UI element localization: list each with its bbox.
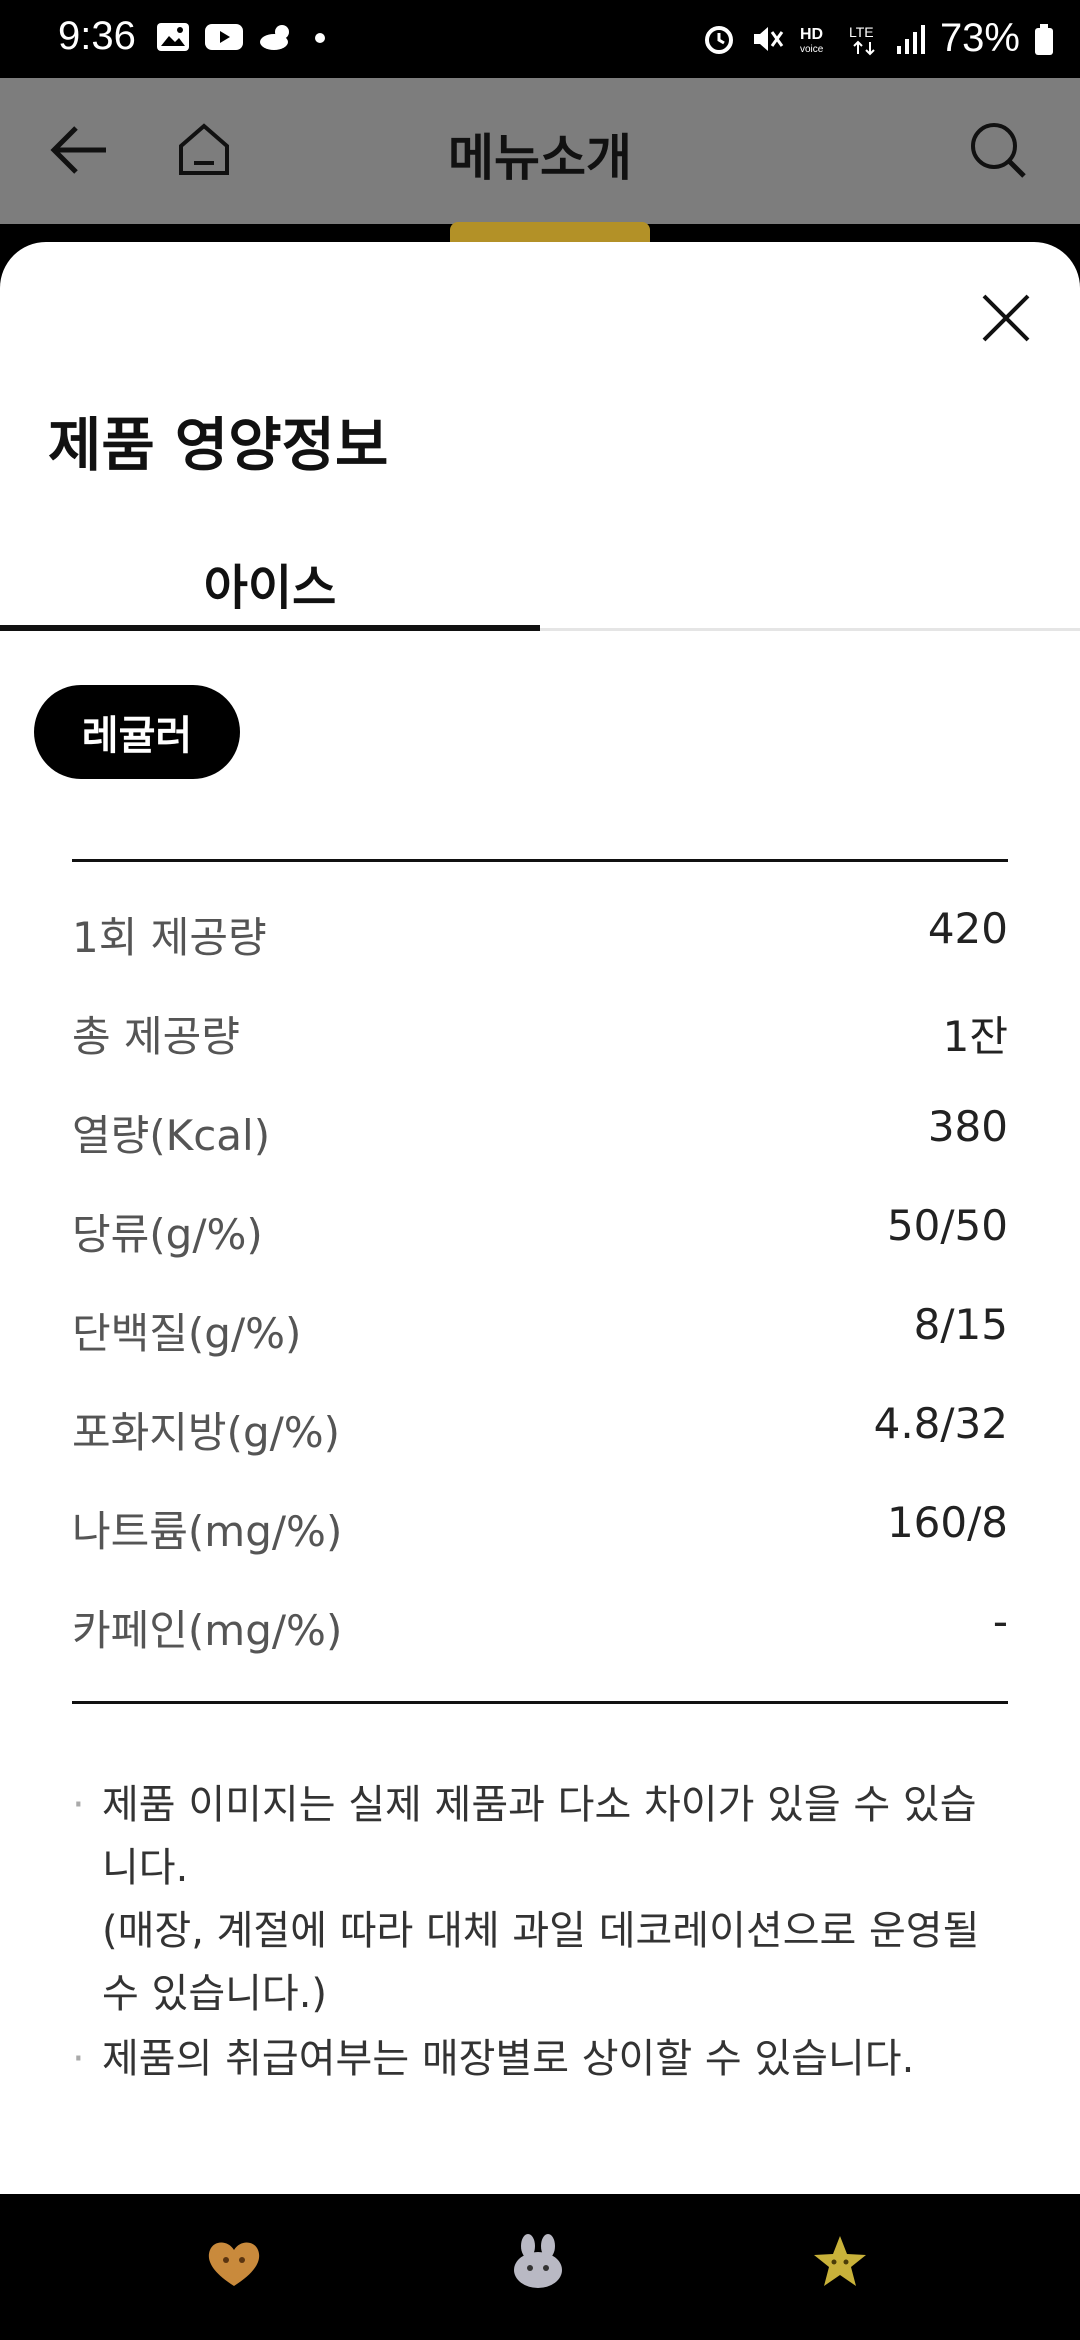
nutrition-value: - [992,1597,1008,1646]
disclaimer-notes: · 제품 이미지는 실제 제품과 다소 차이가 있을 수 있습니다. (매장, … [72,1774,1008,2093]
table-row: 총 제공량 1잔 [72,1003,1008,1102]
system-icons: HD voice LTE 73% [702,16,1054,61]
search-icon[interactable] [968,120,1028,180]
nutrition-label: 나트륨(mg/%) [72,1507,343,1556]
tab-ice[interactable]: 아이스 [0,532,540,628]
tab-ice-label: 아이스 [203,560,337,616]
nutrition-label: 총 제공량 [72,1012,240,1061]
nutrition-value: 420 [927,904,1008,953]
bottom-nav [0,2194,1080,2340]
notification-icons [156,22,330,52]
close-icon[interactable] [976,288,1036,348]
note-text: (매장, 계절에 따라 대체 과일 데코레이션으로 운영될 수 있습니다.) [102,1908,980,2017]
nutrition-value: 380 [927,1102,1008,1151]
nutrition-table: 1회 제공량 420 총 제공량 1잔 열량(Kcal) 380 당류(g/%)… [72,859,1008,1704]
table-row: 1회 제공량 420 [72,904,1008,1003]
status-time: 9:36 [58,14,136,58]
dot-icon [315,33,325,43]
tab-indicator [0,625,540,631]
lte-icon: LTE [849,24,875,55]
nutrition-label: 포화지방(g/%) [72,1408,341,1457]
note-item: · 제품 이미지는 실제 제품과 다소 차이가 있을 수 있습니다. (매장, … [72,1774,1008,2026]
note-text: 제품의 취급여부는 매장별로 상이할 수 있습니다. [102,2036,915,2082]
nutrition-value: 50/50 [886,1201,1008,1250]
mute-icon [753,26,784,51]
nutrition-value: 8/15 [913,1300,1008,1349]
size-option-regular[interactable]: 레귤러 [34,685,240,779]
tab-bar: 아이스 [0,532,1080,631]
bullet-icon: · [72,1782,85,1828]
star-mascot-icon[interactable] [810,2232,870,2292]
battery-icon [1035,23,1053,55]
svg-text:LTE: LTE [849,24,874,40]
nutrition-label: 1회 제공량 [72,913,267,962]
app-header: 메뉴소개 [0,78,1080,224]
table-row: 단백질(g/%) 8/15 [72,1300,1008,1399]
note-item: · 제품의 취급여부는 매장별로 상이할 수 있습니다. [72,2028,1008,2091]
sheet-title: 제품 영양정보 [48,411,389,479]
svg-text:HD: HD [800,26,823,43]
table-row: 열량(Kcal) 380 [72,1102,1008,1201]
gallery-icon [157,23,189,51]
nutrition-value: 160/8 [886,1498,1008,1547]
youtube-icon [205,24,243,50]
bullet-icon: · [72,2036,85,2082]
table-row: 포화지방(g/%) 4.8/32 [72,1399,1008,1498]
battery-percent: 73% [939,16,1020,60]
size-option-label: 레귤러 [81,713,193,759]
nutrition-label: 단백질(g/%) [72,1309,302,1358]
svg-text:voice: voice [800,44,824,55]
nutrition-label: 카페인(mg/%) [72,1606,343,1655]
table-row: 카페인(mg/%) - [72,1597,1008,1657]
nutrition-sheet: 제품 영양정보 아이스 레귤러 1회 제공량 420 총 제공량 1잔 열량(K… [0,242,1080,2194]
status-bar: 9:36 HD voice LTE 73% [0,0,1080,78]
nutrition-value: 4.8/32 [873,1399,1008,1448]
table-row: 나트륨(mg/%) 160/8 [72,1498,1008,1597]
heart-mascot-icon[interactable] [204,2232,264,2292]
weather-icon [260,25,289,50]
signal-icon [896,24,925,54]
app-title: 메뉴소개 [448,129,632,187]
bunny-mascot-icon[interactable] [508,2232,568,2292]
note-text: 제품 이미지는 실제 제품과 다소 차이가 있을 수 있습니다. [102,1782,977,1891]
hd-voice-icon: HDvoice [800,26,824,55]
nutrition-value: 1잔 [942,1012,1008,1061]
nutrition-label: 당류(g/%) [72,1210,263,1259]
alarm-icon [704,25,733,54]
table-row: 당류(g/%) 50/50 [72,1201,1008,1300]
nutrition-label: 열량(Kcal) [72,1111,271,1160]
